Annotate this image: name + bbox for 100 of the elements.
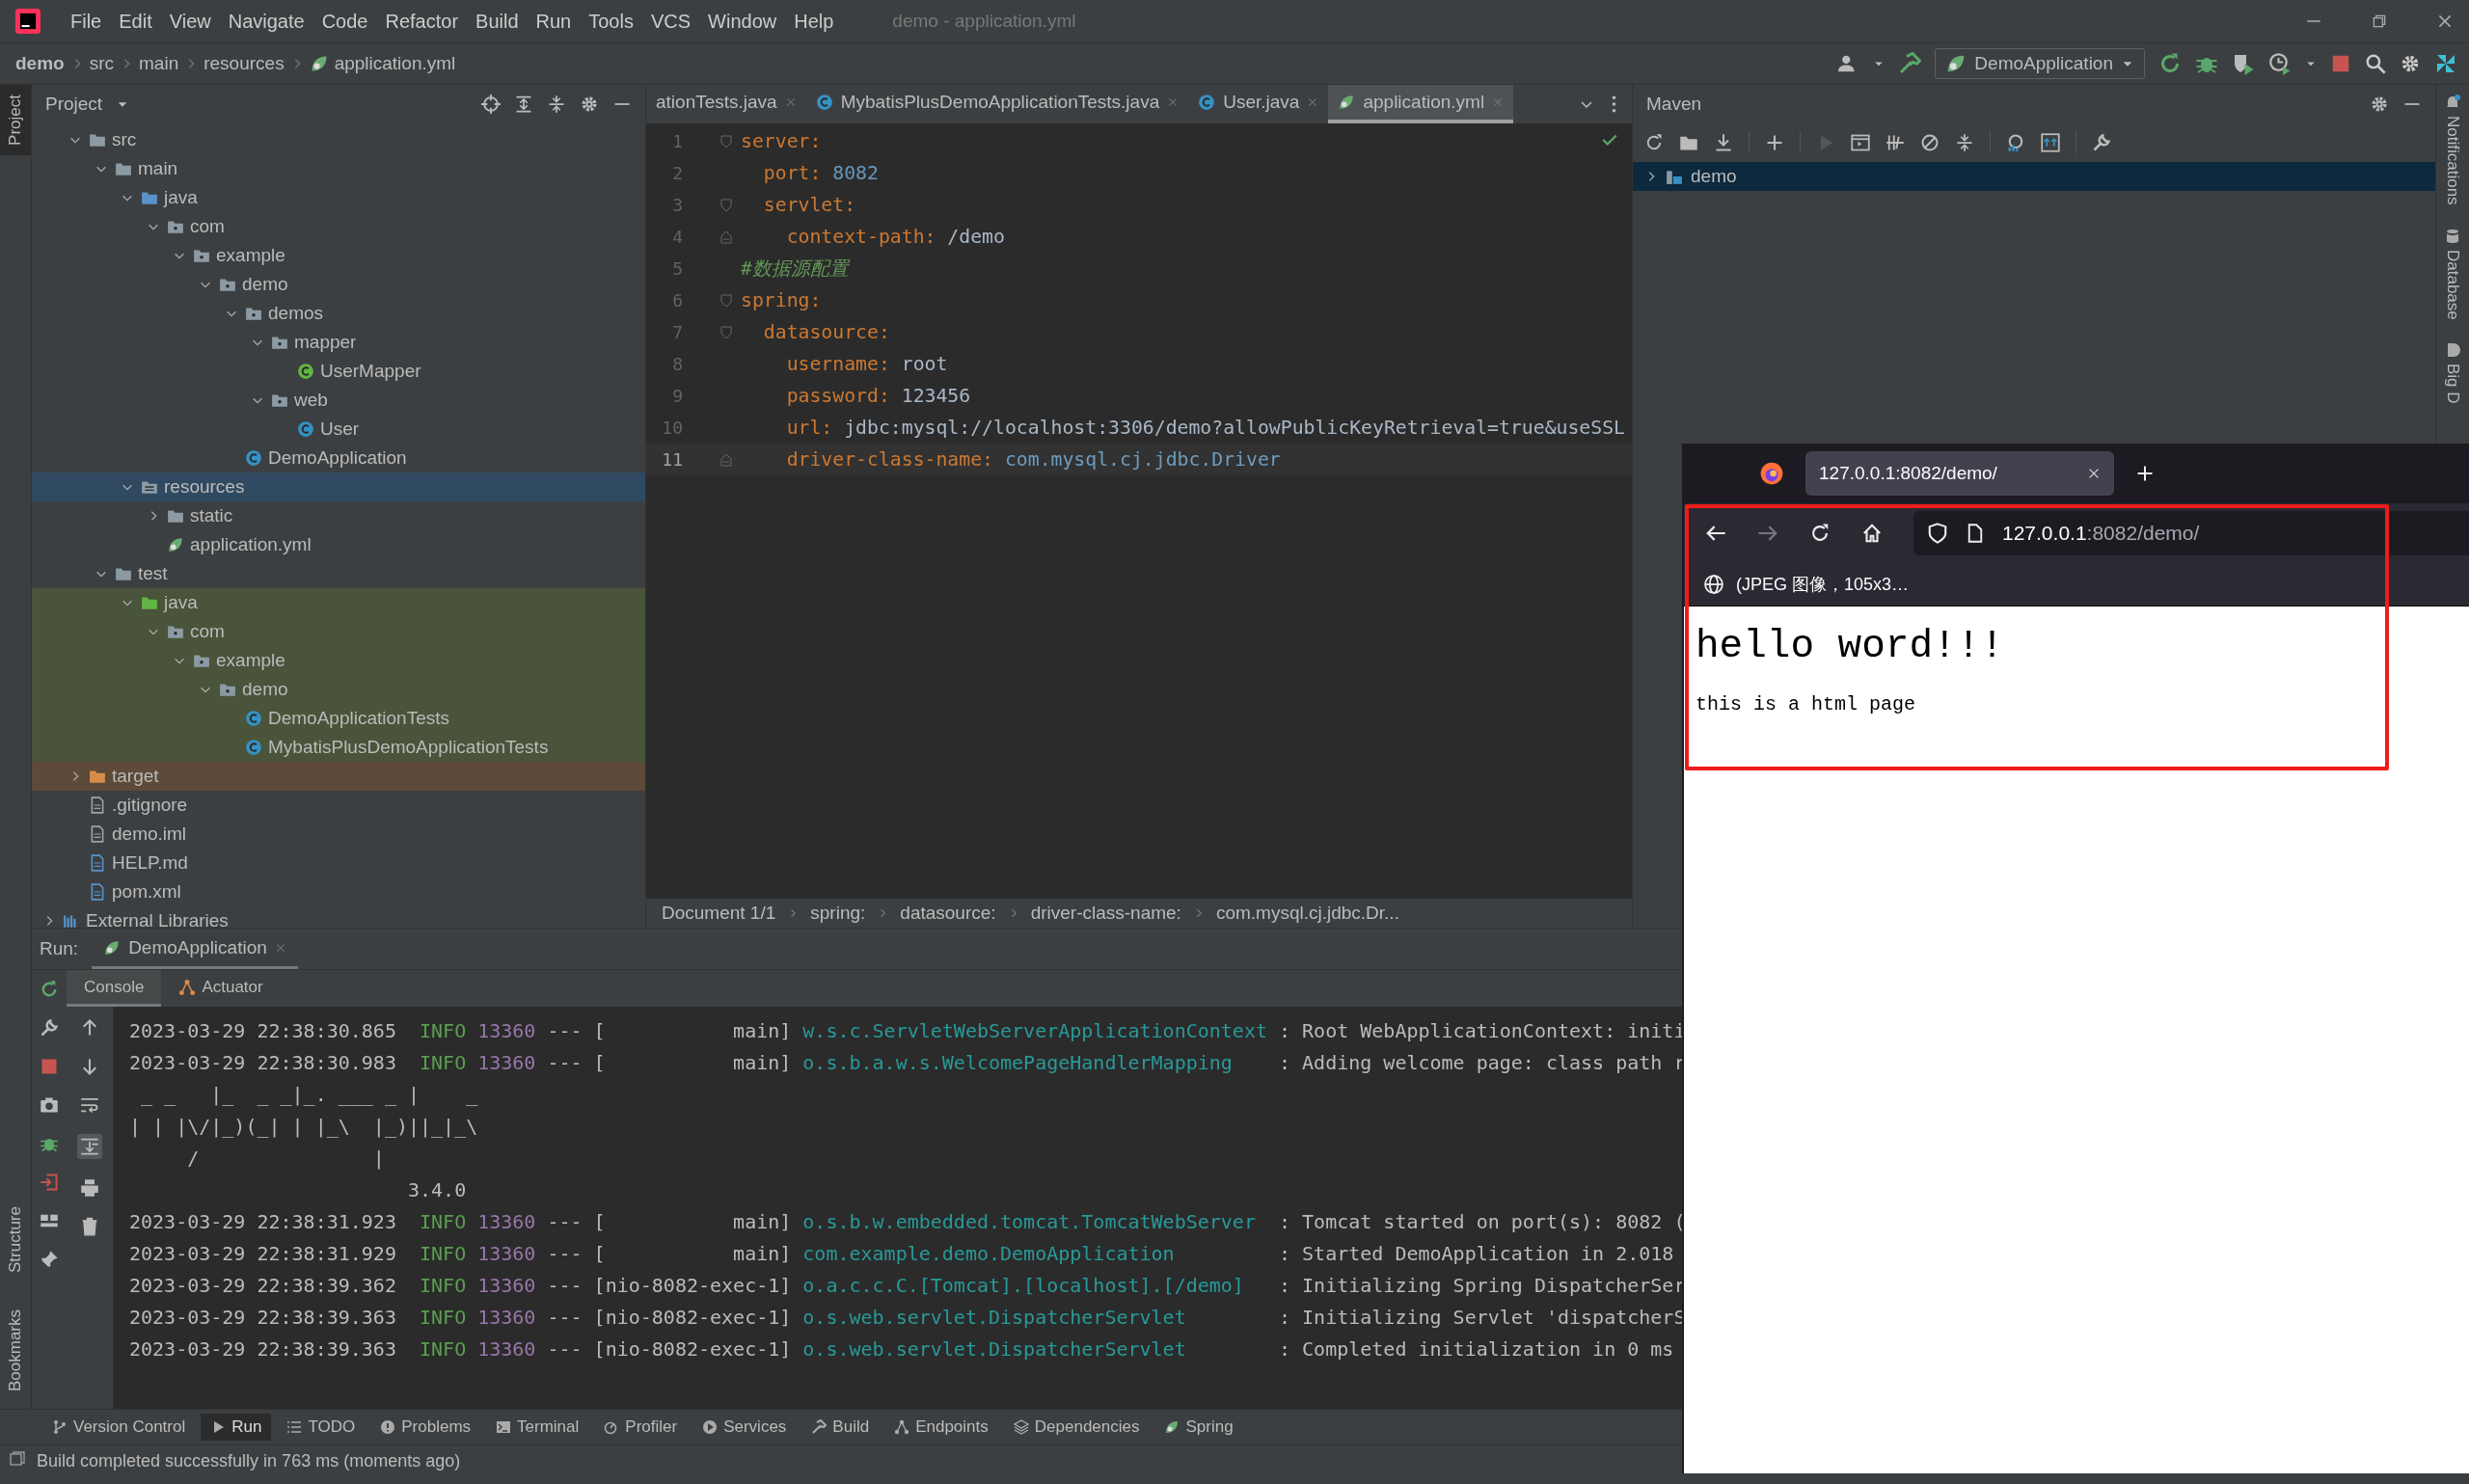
download-icon[interactable] <box>1714 133 1733 152</box>
tree-item[interactable]: src <box>32 125 645 154</box>
tool-window-button[interactable]: Run <box>201 1414 272 1441</box>
tree-item[interactable]: MybatisPlusDemoApplicationTests <box>32 733 645 762</box>
tree-item[interactable]: DemoApplicationTests <box>32 704 645 733</box>
rerun-icon[interactable] <box>2158 52 2182 75</box>
status-icon[interactable] <box>10 1451 25 1467</box>
tool-window-button[interactable]: TODO <box>277 1414 366 1441</box>
breadcrumb-item[interactable]: demo <box>15 53 65 74</box>
collapse-icon[interactable] <box>547 94 566 114</box>
hammer-icon[interactable] <box>1898 52 1922 75</box>
editor-tab[interactable]: User.java <box>1188 85 1329 123</box>
address-field[interactable]: 127.0.0.1:8082/demo/ <box>1913 511 2469 555</box>
rerun-icon[interactable] <box>40 980 59 999</box>
menu-item[interactable]: VCS <box>641 10 700 33</box>
tree-item[interactable]: resources <box>32 472 645 501</box>
menu-item[interactable]: Edit <box>110 10 161 33</box>
menu-item[interactable]: Code <box>312 10 377 33</box>
shield-icon[interactable] <box>2232 52 2255 75</box>
breadcrumb-item[interactable]: datasource: <box>900 903 996 924</box>
tool-window-button[interactable]: Dependencies <box>1003 1414 1150 1441</box>
tree-item[interactable]: demos <box>32 299 645 328</box>
breadcrumb-item[interactable]: Document 1/1 <box>662 903 776 924</box>
search-icon[interactable] <box>2365 53 2386 74</box>
tool-window-button[interactable]: Profiler <box>594 1414 688 1441</box>
scroll-end-icon[interactable] <box>80 1137 99 1156</box>
stop-icon[interactable] <box>2330 53 2351 74</box>
tool-window-tab[interactable]: Database <box>2443 228 2462 320</box>
print-icon[interactable] <box>80 1178 99 1198</box>
stop-icon[interactable] <box>40 1057 59 1076</box>
tree-item[interactable]: static <box>32 501 645 530</box>
run-config-dropdown[interactable]: DemoApplication <box>1935 48 2145 79</box>
logo-icon[interactable] <box>1759 461 1784 486</box>
close-icon[interactable] <box>2436 13 2454 30</box>
breadcrumb-item[interactable]: application.yml <box>334 53 456 74</box>
toggle-icon[interactable] <box>1886 133 1905 152</box>
wrap-icon[interactable] <box>80 1095 99 1115</box>
down-arrow-icon[interactable] <box>80 1057 99 1076</box>
reload-icon[interactable] <box>1809 523 1831 544</box>
panel-title[interactable]: Project <box>45 94 103 115</box>
close-icon[interactable] <box>2087 467 2101 480</box>
tree-item[interactable]: demo <box>32 270 645 299</box>
tree-item[interactable]: web <box>32 386 645 415</box>
settings-icon[interactable] <box>2400 53 2421 74</box>
tree-item[interactable]: example <box>32 241 645 270</box>
tree-item[interactable]: application.yml <box>32 530 645 559</box>
tree-item[interactable]: mapper <box>32 328 645 357</box>
tree-item[interactable]: main <box>32 154 645 183</box>
tree-item[interactable]: demo <box>32 675 645 704</box>
tool-window-tab[interactable]: Bookmarks <box>0 1299 31 1401</box>
fold-marker-icon[interactable] <box>720 134 732 148</box>
settings-icon[interactable] <box>580 94 599 114</box>
tool-window-button[interactable]: Endpoints <box>884 1414 998 1441</box>
tree-item[interactable]: java <box>32 588 645 617</box>
browser-tab[interactable]: 127.0.0.1:8082/demo/ <box>1805 451 2114 496</box>
fold-marker-icon[interactable] <box>720 198 732 212</box>
menu-item[interactable]: View <box>160 10 220 33</box>
expand-icon[interactable] <box>514 94 533 114</box>
menu-item[interactable]: Navigate <box>219 10 313 33</box>
wrench-icon[interactable] <box>40 1018 59 1038</box>
restore-icon[interactable] <box>2371 13 2388 30</box>
menu-item[interactable]: Run <box>527 10 581 33</box>
tree-item[interactable]: UserMapper <box>32 357 645 386</box>
breadcrumb-item[interactable]: main <box>139 53 179 74</box>
clock-icon[interactable] <box>2268 52 2292 75</box>
cancel-icon[interactable] <box>1920 133 1940 152</box>
tree-item[interactable]: HELP.md <box>32 849 645 877</box>
exit-icon[interactable] <box>40 1173 59 1192</box>
menu-item[interactable]: Tools <box>580 10 642 33</box>
analyze-icon[interactable] <box>2006 133 2025 152</box>
tree-item[interactable]: User <box>32 415 645 444</box>
console-tab[interactable]: Actuator <box>161 970 281 1007</box>
tool-window-button[interactable]: Version Control <box>42 1414 196 1441</box>
more-icon[interactable] <box>1612 95 1616 113</box>
reload-icon[interactable] <box>1644 133 1664 152</box>
tree-item[interactable]: DemoApplication <box>32 444 645 472</box>
breadcrumb-item[interactable]: src <box>89 53 114 74</box>
fold-marker-icon[interactable] <box>720 325 732 339</box>
tree-item[interactable]: com <box>32 212 645 241</box>
tree-item[interactable]: test <box>32 559 645 588</box>
tool-window-button[interactable]: Build <box>801 1414 880 1441</box>
tool-window-tab[interactable]: Notifications <box>2443 94 2462 205</box>
pin-icon[interactable] <box>40 1250 59 1269</box>
tree-item[interactable]: pom.xml <box>32 877 645 906</box>
settings-icon[interactable] <box>2370 94 2389 114</box>
tree-item[interactable]: target <box>32 762 645 791</box>
tool-window-button[interactable]: Terminal <box>486 1414 589 1441</box>
wrench-icon[interactable] <box>2092 133 2111 152</box>
trash-icon[interactable] <box>80 1217 99 1236</box>
window-icon[interactable] <box>1851 133 1870 152</box>
tree-item[interactable]: example <box>32 646 645 675</box>
tool-window-button[interactable]: Services <box>692 1414 797 1441</box>
menu-item[interactable]: Refactor <box>376 10 468 33</box>
menu-item[interactable]: Window <box>699 10 786 33</box>
tree-item[interactable]: .gitignore <box>32 791 645 820</box>
console-tab[interactable]: Console <box>67 970 162 1007</box>
menu-item[interactable]: Help <box>785 10 843 33</box>
fold-marker-icon[interactable] <box>720 452 732 467</box>
menu-item[interactable]: Build <box>467 10 528 33</box>
breadcrumb-item[interactable]: spring: <box>810 903 866 924</box>
